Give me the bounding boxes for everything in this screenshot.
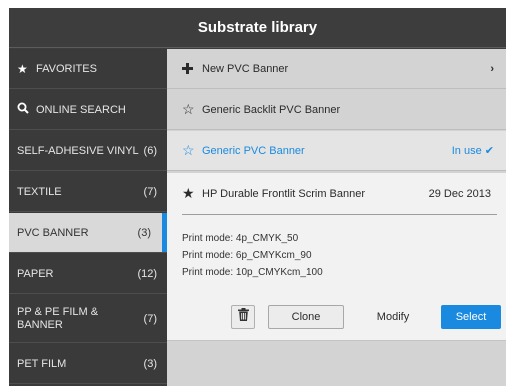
sidebar: ★ FAVORITES ONLINE SEARCH SELF-ADHESIVE … [9,49,167,386]
sidebar-item-count: (12) [137,267,157,280]
substrate-row[interactable]: ☆ Generic Backlit PVC Banner [167,90,506,130]
search-icon [17,102,31,117]
sidebar-item-self-adhesive-vinyl[interactable]: SELF-ADHESIVE VINYL (6) [9,131,167,171]
sidebar-item-paper[interactable]: PAPER (12) [9,254,167,294]
sidebar-item-count: (7) [143,312,157,325]
status-text: In use [451,145,482,157]
detail-date: 29 Dec 2013 [428,187,491,200]
sidebar-item-label: PP & PE FILM & BANNER [17,305,99,331]
substrate-name: Generic PVC Banner [202,144,305,157]
new-substrate-row[interactable]: New PVC Banner › [167,49,506,89]
clone-button[interactable]: Clone [268,305,344,329]
star-outline-icon[interactable]: ☆ [182,101,202,118]
sidebar-item-label: FAVORITES [36,62,97,75]
print-modes-list: Print mode: 4p_CMYK_50 Print mode: 6p_CM… [182,230,323,281]
trash-icon [237,308,249,326]
sidebar-item-textile[interactable]: TEXTILE (7) [9,172,167,212]
substrate-name: Generic Backlit PVC Banner [202,103,341,116]
star-outline-icon[interactable]: ☆ [182,142,202,159]
app-window: Substrate library ★ FAVORITES ONLINE SEA… [9,8,506,386]
print-mode-item: Print mode: 10p_CMYKcm_100 [182,267,323,278]
sidebar-item-label: ONLINE SEARCH [36,103,126,116]
sidebar-item-count: (3) [137,226,151,239]
substrate-detail-panel: ★ HP Durable Frontlit Scrim Banner 29 De… [167,173,506,341]
plus-icon [182,61,202,77]
check-icon: ✔ [484,145,494,157]
star-filled-icon[interactable]: ★ [182,185,202,202]
sidebar-item-pvc-banner[interactable]: PVC BANNER (3) [9,213,167,253]
sidebar-item-count: (7) [143,185,157,198]
select-button[interactable]: Select [441,305,501,329]
sidebar-item-online-search[interactable]: ONLINE SEARCH [9,90,167,130]
sidebar-item-pet-film[interactable]: PET FILM (3) [9,344,167,384]
sidebar-item-pp-pe-film-banner[interactable]: PP & PE FILM & BANNER (7) [9,295,167,343]
detail-substrate-name: HP Durable Frontlit Scrim Banner [202,187,366,200]
chevron-right-icon: › [490,62,494,75]
sidebar-item-count: (6) [143,144,157,157]
star-icon: ★ [17,61,28,76]
sidebar-item-count: (3) [143,357,157,370]
sidebar-item-favorites[interactable]: ★ FAVORITES [9,49,167,89]
detail-header: ★ HP Durable Frontlit Scrim Banner 29 De… [182,173,497,215]
in-use-status: In use ✔ [452,144,494,157]
print-mode-item: Print mode: 6p_CMYKcm_90 [182,250,312,261]
new-substrate-label: New PVC Banner [202,62,289,75]
substrate-row-active[interactable]: ☆ Generic PVC Banner In use ✔ [167,131,506,171]
page-title: Substrate library [9,8,506,48]
print-mode-item: Print mode: 4p_CMYK_50 [182,233,299,244]
substrate-list: New PVC Banner › ☆ Generic Backlit PVC B… [167,49,506,386]
modify-button[interactable]: Modify [358,305,428,329]
delete-button[interactable] [231,305,255,329]
